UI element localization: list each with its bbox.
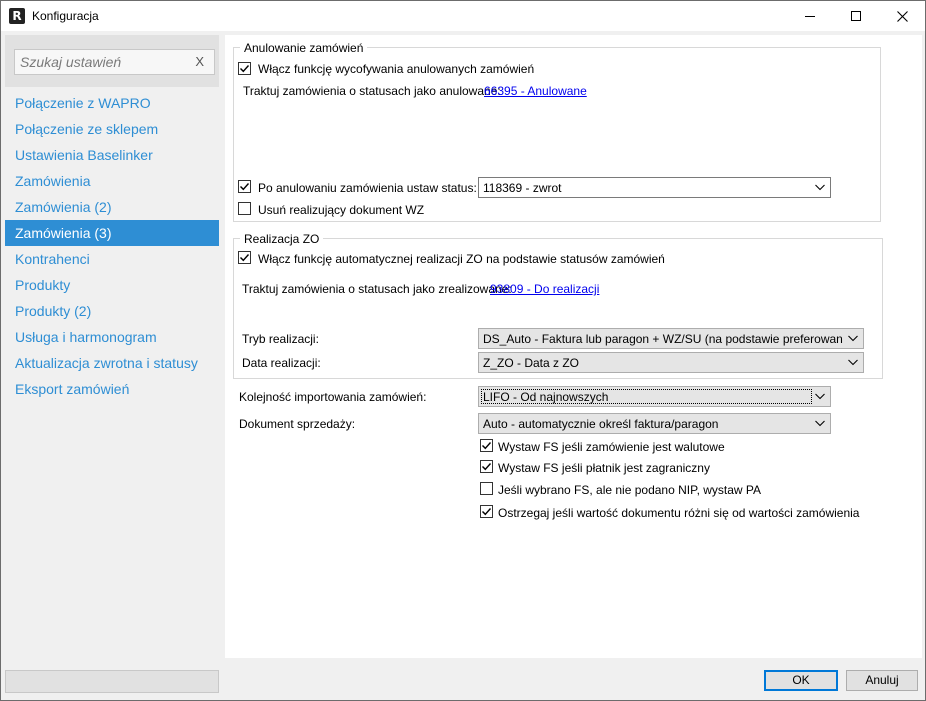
config-window: R Konfiguracja X Połączenie z WAPRO Połą… bbox=[0, 0, 926, 701]
check-icon bbox=[482, 442, 492, 450]
ok-button[interactable]: OK bbox=[764, 670, 838, 691]
nav-item-zamowienia-2[interactable]: Zamówienia (2) bbox=[5, 194, 219, 220]
close-icon bbox=[896, 10, 908, 22]
settings-nav: Połączenie z WAPRO Połączenie ze sklepem… bbox=[5, 90, 219, 402]
check-icon bbox=[240, 65, 250, 73]
import-order-value: LIFO - Od najnowszych bbox=[483, 390, 609, 404]
pa-no-nip-checkbox[interactable] bbox=[480, 482, 493, 495]
search-area: X bbox=[5, 35, 219, 87]
sale-document-value: Auto - automatycznie określ faktura/para… bbox=[483, 417, 719, 431]
chevron-down-icon bbox=[815, 184, 825, 191]
cancel-statuses-link[interactable]: 66395 - Anulowane bbox=[484, 84, 587, 98]
settings-sidebar: X Połączenie z WAPRO Połączenie ze sklep… bbox=[5, 35, 219, 658]
mode-value: DS_Auto - Faktura lub paragon + WZ/SU (n… bbox=[483, 332, 843, 346]
nav-item-polaczenie-wapro[interactable]: Połączenie z WAPRO bbox=[5, 90, 219, 116]
sale-document-select[interactable]: Auto - automatycznie określ faktura/para… bbox=[478, 413, 831, 434]
nav-item-baselinker[interactable]: Ustawienia Baselinker bbox=[5, 142, 219, 168]
fs-foreign-payer-checkbox[interactable] bbox=[480, 460, 493, 473]
mode-label: Tryb realizacji: bbox=[242, 332, 319, 346]
clear-search-icon[interactable]: X bbox=[195, 54, 204, 69]
import-order-select[interactable]: LIFO - Od najnowszych bbox=[478, 386, 831, 407]
nav-item-eksport-zamowien[interactable]: Eksport zamówień bbox=[5, 376, 219, 402]
date-select[interactable]: Z_ZO - Data z ZO bbox=[478, 352, 864, 373]
close-button[interactable] bbox=[879, 1, 925, 31]
nav-item-produkty-2[interactable]: Produkty (2) bbox=[5, 298, 219, 324]
remove-wz-checkbox[interactable] bbox=[238, 202, 251, 215]
settings-panel: Anulowanie zamówień Włącz funkcję wycofy… bbox=[225, 35, 922, 658]
date-label: Data realizacji: bbox=[242, 356, 321, 370]
minimize-icon bbox=[805, 15, 815, 17]
zo-statuses-link[interactable]: 93809 - Do realizacji bbox=[490, 282, 599, 296]
maximize-button[interactable] bbox=[833, 1, 879, 31]
cancel-group-title: Anulowanie zamówień bbox=[240, 41, 368, 55]
zo-statuses-label: Traktuj zamówienia o statusach jako zrea… bbox=[242, 282, 512, 296]
pa-no-nip-label[interactable]: Jeśli wybrano FS, ale nie podano NIP, wy… bbox=[498, 483, 761, 497]
mode-select[interactable]: DS_Auto - Faktura lub paragon + WZ/SU (n… bbox=[478, 328, 864, 349]
after-cancel-status-select[interactable]: 118369 - zwrot bbox=[478, 177, 831, 198]
after-cancel-status-label[interactable]: Po anulowaniu zamówienia ustaw status: bbox=[258, 181, 477, 195]
enable-cancel-checkbox[interactable] bbox=[238, 62, 251, 75]
enable-zo-checkbox[interactable] bbox=[238, 251, 251, 264]
after-cancel-status-value: 118369 - zwrot bbox=[483, 181, 562, 195]
sale-document-label: Dokument sprzedaży: bbox=[239, 417, 356, 431]
enable-cancel-label[interactable]: Włącz funkcję wycofywania anulowanych za… bbox=[258, 62, 534, 76]
value-warning-label[interactable]: Ostrzegaj jeśli wartość dokumentu różni … bbox=[498, 506, 859, 520]
maximize-icon bbox=[851, 11, 861, 21]
fs-foreign-payer-label[interactable]: Wystaw FS jeśli płatnik jest zagraniczny bbox=[498, 461, 710, 475]
import-order-label: Kolejność importowania zamówień: bbox=[239, 390, 427, 404]
nav-item-kontrahenci[interactable]: Kontrahenci bbox=[5, 246, 219, 272]
search-box: X bbox=[14, 49, 215, 75]
cancel-button[interactable]: Anuluj bbox=[846, 670, 918, 691]
nav-item-aktualizacja-zwrotna[interactable]: Aktualizacja zwrotna i statusy bbox=[5, 350, 219, 376]
nav-item-produkty[interactable]: Produkty bbox=[5, 272, 219, 298]
minimize-button[interactable] bbox=[787, 1, 833, 31]
zo-group-title: Realizacja ZO bbox=[240, 232, 324, 246]
chevron-down-icon bbox=[848, 359, 858, 366]
title-bar: R Konfiguracja bbox=[1, 1, 925, 31]
value-warning-checkbox[interactable] bbox=[480, 505, 493, 518]
fs-currency-label[interactable]: Wystaw FS jeśli zamówienie jest walutowe bbox=[498, 440, 725, 454]
nav-item-zamowienia[interactable]: Zamówienia bbox=[5, 168, 219, 194]
status-bar-field bbox=[5, 670, 219, 693]
date-value: Z_ZO - Data z ZO bbox=[483, 356, 580, 370]
enable-zo-label[interactable]: Włącz funkcję automatycznej realizacji Z… bbox=[258, 252, 665, 266]
check-icon bbox=[240, 254, 250, 262]
remove-wz-label[interactable]: Usuń realizujący dokument WZ bbox=[258, 203, 424, 217]
check-icon bbox=[482, 508, 492, 516]
check-icon bbox=[482, 463, 492, 471]
after-cancel-status-checkbox[interactable] bbox=[238, 180, 251, 193]
nav-item-usluga-harmonogram[interactable]: Usługa i harmonogram bbox=[5, 324, 219, 350]
app-icon: R bbox=[9, 8, 25, 24]
chevron-down-icon bbox=[848, 335, 858, 342]
cancel-statuses-label: Traktuj zamówienia o statusach jako anul… bbox=[243, 84, 501, 98]
fs-currency-checkbox[interactable] bbox=[480, 439, 493, 452]
nav-item-zamowienia-3[interactable]: Zamówienia (3) bbox=[5, 220, 219, 246]
window-title: Konfiguracja bbox=[32, 9, 99, 23]
nav-item-polaczenie-sklep[interactable]: Połączenie ze sklepem bbox=[5, 116, 219, 142]
check-icon bbox=[240, 183, 250, 191]
search-input[interactable] bbox=[20, 53, 190, 71]
chevron-down-icon bbox=[815, 420, 825, 427]
chevron-down-icon bbox=[815, 393, 825, 400]
